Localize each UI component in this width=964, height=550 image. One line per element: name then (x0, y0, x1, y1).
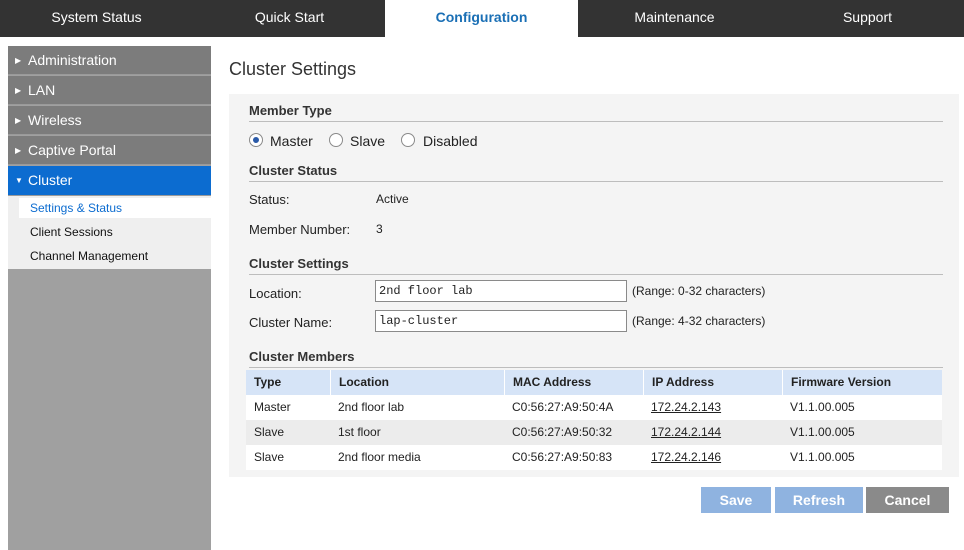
cluster-members-heading: Cluster Members (249, 349, 355, 364)
location-input[interactable] (375, 280, 627, 302)
column-header-ip-address: IP Address (643, 370, 782, 395)
radio-disabled[interactable] (401, 133, 415, 147)
cell-firmware-version: V1.1.00.005 (790, 400, 855, 414)
submenu-item-settings-status[interactable]: Settings & Status (19, 198, 211, 218)
sidebar-item-administration[interactable]: ▶ Administration (8, 46, 211, 75)
location-range-hint: (Range: 0-32 characters) (632, 284, 766, 298)
radio-slave[interactable] (329, 133, 343, 147)
column-header-firmware-version: Firmware Version (782, 370, 942, 395)
tab-system-status[interactable]: System Status (0, 0, 193, 37)
section-divider (249, 121, 943, 122)
cluster-status-heading: Cluster Status (249, 163, 338, 178)
sidebar-item-label: Cluster (28, 172, 73, 188)
section-divider (249, 274, 943, 275)
cell-type: Slave (254, 450, 285, 464)
save-button[interactable]: Save (701, 487, 771, 513)
triangle-right-icon: ▶ (15, 86, 22, 95)
radio-disabled-label[interactable]: Disabled (423, 133, 477, 149)
tab-support[interactable]: Support (771, 0, 964, 37)
cluster-settings-heading: Cluster Settings (249, 256, 349, 271)
page-title: Cluster Settings (229, 59, 357, 79)
refresh-button[interactable]: Refresh (775, 487, 863, 513)
cancel-button[interactable]: Cancel (866, 487, 949, 513)
sidebar-item-label: LAN (28, 82, 56, 98)
section-divider (249, 367, 943, 368)
ip-address-link[interactable]: 172.24.2.143 (643, 395, 721, 420)
cluster-name-input[interactable] (375, 310, 627, 332)
sidebar-item-label: Wireless (28, 112, 82, 128)
submenu-item-client-sessions[interactable]: Client Sessions (19, 222, 211, 242)
location-label: Location: (249, 286, 302, 301)
member-number-label: Member Number: (249, 222, 351, 237)
radio-slave-label[interactable]: Slave (350, 133, 385, 149)
sidebar-item-cluster[interactable]: ▼ Cluster (8, 166, 211, 196)
section-divider (249, 181, 943, 182)
cell-type: Master (254, 400, 291, 414)
top-navigation: System Status Quick Start Configuration … (0, 0, 964, 37)
table-row: Slave 1st floor C0:56:27:A9:50:32 172.24… (246, 420, 942, 445)
cell-location: 2nd floor media (338, 450, 421, 464)
table-header: Type Location MAC Address IP Address Fir… (246, 370, 942, 395)
radio-selected-dot (253, 137, 259, 143)
cell-mac-address: C0:56:27:A9:50:83 (512, 450, 613, 464)
radio-master[interactable] (249, 133, 263, 147)
cluster-submenu: Settings & Status Client Sessions Channe… (8, 196, 211, 269)
tab-maintenance[interactable]: Maintenance (578, 0, 771, 37)
ip-address-link[interactable]: 172.24.2.146 (643, 445, 721, 470)
triangle-right-icon: ▶ (15, 116, 22, 125)
triangle-down-icon: ▼ (15, 176, 23, 185)
sidebar-item-captive-portal[interactable]: ▶ Captive Portal (8, 136, 211, 165)
cell-mac-address: C0:56:27:A9:50:4A (512, 400, 614, 414)
sidebar: ▶ Administration ▶ LAN ▶ Wireless ▶ Capt… (8, 46, 211, 550)
status-label: Status: (249, 192, 290, 207)
cluster-name-label: Cluster Name: (249, 315, 333, 330)
cell-firmware-version: V1.1.00.005 (790, 450, 855, 464)
member-type-heading: Member Type (249, 103, 332, 118)
cell-firmware-version: V1.1.00.005 (790, 425, 855, 439)
cluster-name-range-hint: (Range: 4-32 characters) (632, 314, 766, 328)
cell-type: Slave (254, 425, 285, 439)
cell-mac-address: C0:56:27:A9:50:32 (512, 425, 613, 439)
ip-address-link[interactable]: 172.24.2.144 (643, 420, 721, 445)
member-number-value: 3 (376, 222, 383, 236)
tab-configuration[interactable]: Configuration (385, 0, 578, 37)
cell-location: 1st floor (338, 425, 381, 439)
status-value: Active (376, 192, 409, 206)
cell-location: 2nd floor lab (338, 400, 405, 414)
sidebar-item-lan[interactable]: ▶ LAN (8, 76, 211, 105)
sidebar-item-label: Administration (28, 52, 117, 68)
column-header-mac-address: MAC Address (504, 370, 643, 395)
tab-quick-start[interactable]: Quick Start (193, 0, 386, 37)
sidebar-item-wireless[interactable]: ▶ Wireless (8, 106, 211, 135)
submenu-item-channel-management[interactable]: Channel Management (19, 246, 211, 266)
radio-master-label[interactable]: Master (270, 133, 313, 149)
table-row: Master 2nd floor lab C0:56:27:A9:50:4A 1… (246, 395, 942, 420)
triangle-right-icon: ▶ (15, 146, 22, 155)
column-header-type: Type (254, 375, 282, 389)
triangle-right-icon: ▶ (15, 56, 22, 65)
column-header-location: Location (330, 370, 504, 395)
sidebar-item-label: Captive Portal (28, 142, 116, 158)
table-row: Slave 2nd floor media C0:56:27:A9:50:83 … (246, 445, 942, 470)
